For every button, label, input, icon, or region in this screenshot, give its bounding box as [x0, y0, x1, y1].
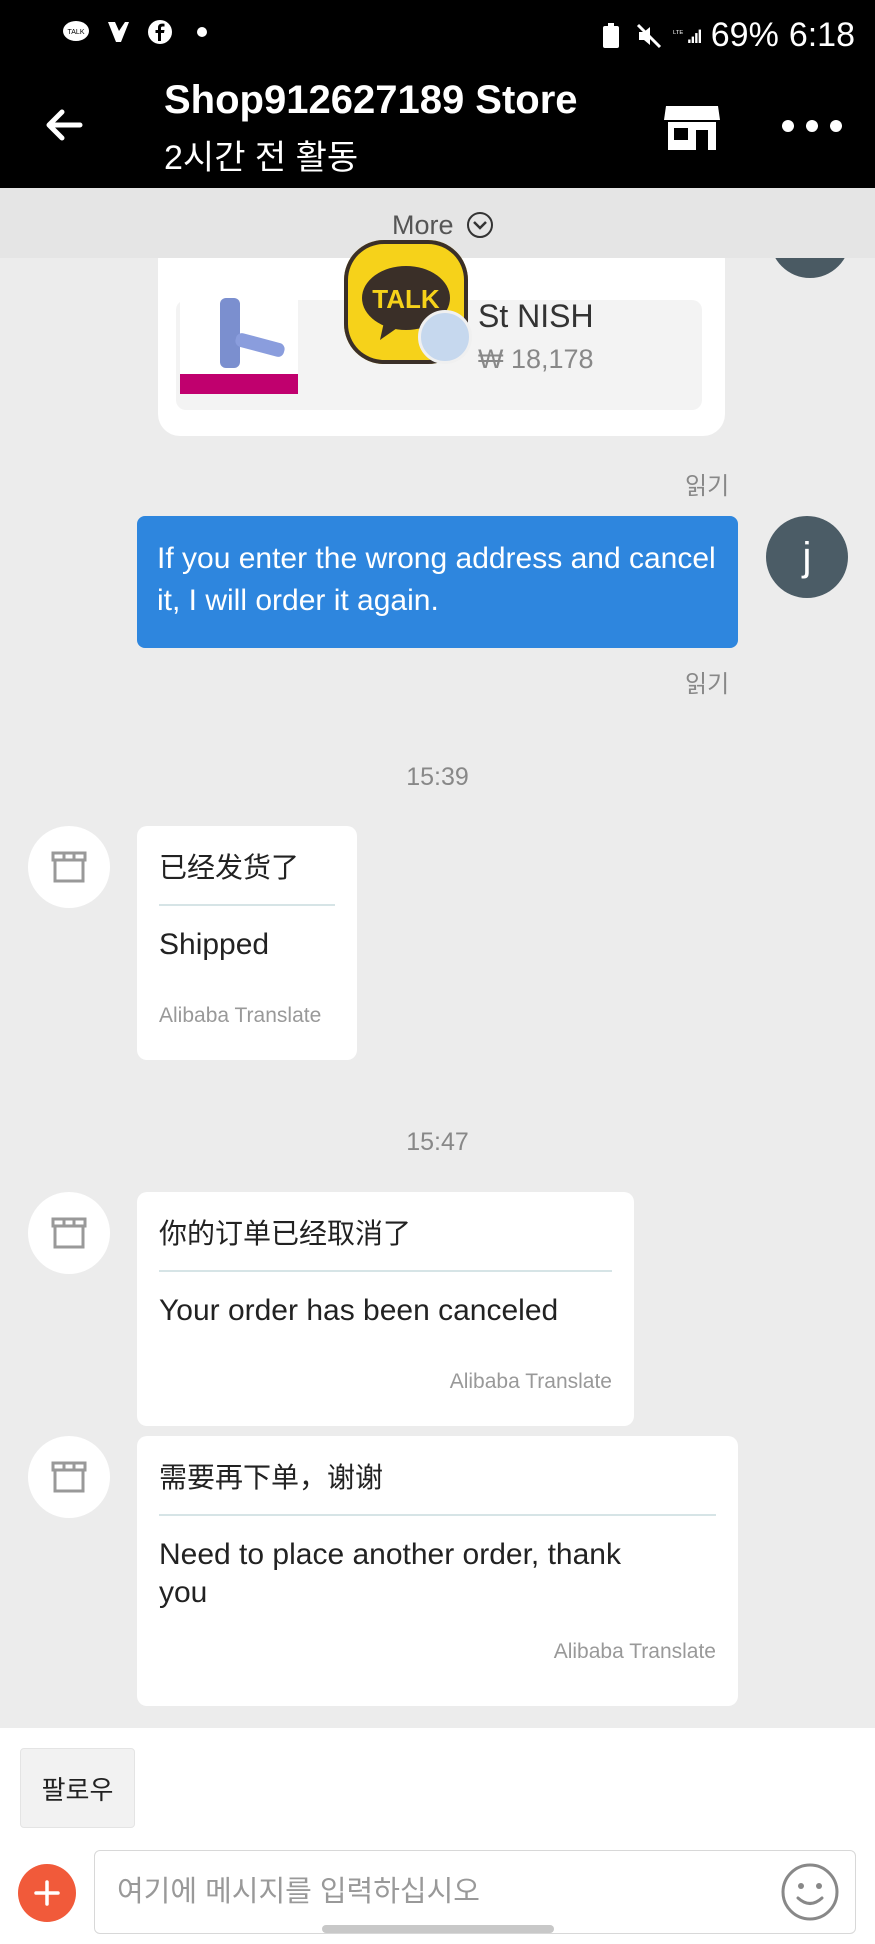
received-message[interactable]: 需要再下单，谢谢 Need to place another order, th… [137, 1436, 738, 1706]
received-message[interactable]: 已经发货了 Shipped Alibaba Translate [137, 826, 357, 1060]
sent-message[interactable]: If you enter the wrong address and cance… [137, 516, 738, 648]
page-title: Shop912627189 Store [164, 78, 578, 122]
shop-icon [51, 851, 87, 883]
compose-area: 팔로우 [0, 1728, 875, 1944]
mute-icon [635, 22, 663, 50]
overflow-menu-button[interactable] [780, 106, 844, 146]
store-button[interactable] [660, 96, 724, 160]
status-bar: TALK LTE 69% 6:18 [0, 0, 875, 72]
message-input[interactable] [115, 1867, 759, 1917]
load-more-label[interactable]: More [392, 210, 454, 241]
shop-avatar[interactable] [28, 1192, 110, 1274]
timestamp: 15:39 [406, 763, 469, 791]
product-name: St NISH [478, 298, 594, 334]
facebook-icon [146, 18, 174, 46]
shop-avatar[interactable] [28, 1436, 110, 1518]
plus-icon [34, 1880, 60, 1906]
storefront-icon [664, 106, 720, 150]
shop-icon [51, 1217, 87, 1249]
translator-label: Alibaba Translate [449, 1370, 612, 1393]
kakao-label: TALK [372, 284, 440, 314]
divider [159, 1514, 716, 1516]
emoji-button[interactable] [777, 1859, 843, 1925]
message-original-text: 需要再下单，谢谢 [159, 1462, 384, 1493]
shop-avatar[interactable] [28, 826, 110, 908]
attach-button[interactable] [18, 1864, 76, 1922]
message-original-text: 你的订单已经取消了 [159, 1218, 412, 1249]
product-price: ₩ 18,178 [478, 344, 594, 374]
notification-icons: TALK [62, 18, 216, 46]
profile-badge [418, 310, 472, 364]
message-translation: Need to place another order, thank you [159, 1538, 621, 1609]
chat-header: Shop912627189 Store 2시간 전 활동 [0, 72, 875, 188]
clock: 6:18 [788, 16, 855, 54]
shop-icon [51, 1461, 87, 1493]
timestamp: 15:47 [406, 1128, 469, 1156]
back-button[interactable] [40, 100, 90, 150]
read-receipt: 읽기 [685, 671, 730, 698]
user-avatar[interactable]: j [766, 516, 848, 598]
system-indicators: LTE 69% 6:18 [597, 16, 855, 55]
divider [159, 904, 335, 906]
battery-saver-icon [597, 22, 625, 50]
lte-signal-icon: LTE [673, 22, 701, 50]
home-indicator[interactable] [322, 1925, 554, 1933]
svg-text:LTE: LTE [673, 30, 683, 36]
divider [159, 1270, 612, 1272]
translator-label: Alibaba Translate [159, 1004, 322, 1027]
svg-text:TALK: TALK [68, 29, 85, 36]
activity-status: 2시간 전 활동 [164, 139, 359, 177]
message-translation: Shipped [159, 928, 270, 961]
message-list[interactable]: St NISH ₩ 18,178 읽기 If you enter the wro… [0, 258, 875, 1728]
more-dots-icon [782, 120, 842, 132]
message-translation: Your order has been canceled [159, 1294, 559, 1327]
read-receipt: 읽기 [685, 473, 730, 500]
received-message[interactable]: 你的订单已经取消了 Your order has been canceled A… [137, 1192, 634, 1426]
app-notification-icon [104, 18, 132, 46]
battery-percent: 69% [710, 16, 779, 54]
message-input-container[interactable] [94, 1850, 856, 1934]
kakaotalk-notification-icon: TALK [62, 18, 90, 46]
translator-label: Alibaba Translate [553, 1640, 716, 1663]
chevron-down-icon[interactable] [465, 210, 495, 240]
product-image[interactable] [180, 278, 298, 394]
avatar [770, 258, 850, 278]
smiley-icon [781, 1863, 839, 1921]
back-arrow-icon [46, 109, 83, 141]
message-original-text: 已经发货了 [159, 852, 300, 883]
follow-button[interactable]: 팔로우 [20, 1748, 135, 1828]
dot-icon [188, 18, 216, 46]
